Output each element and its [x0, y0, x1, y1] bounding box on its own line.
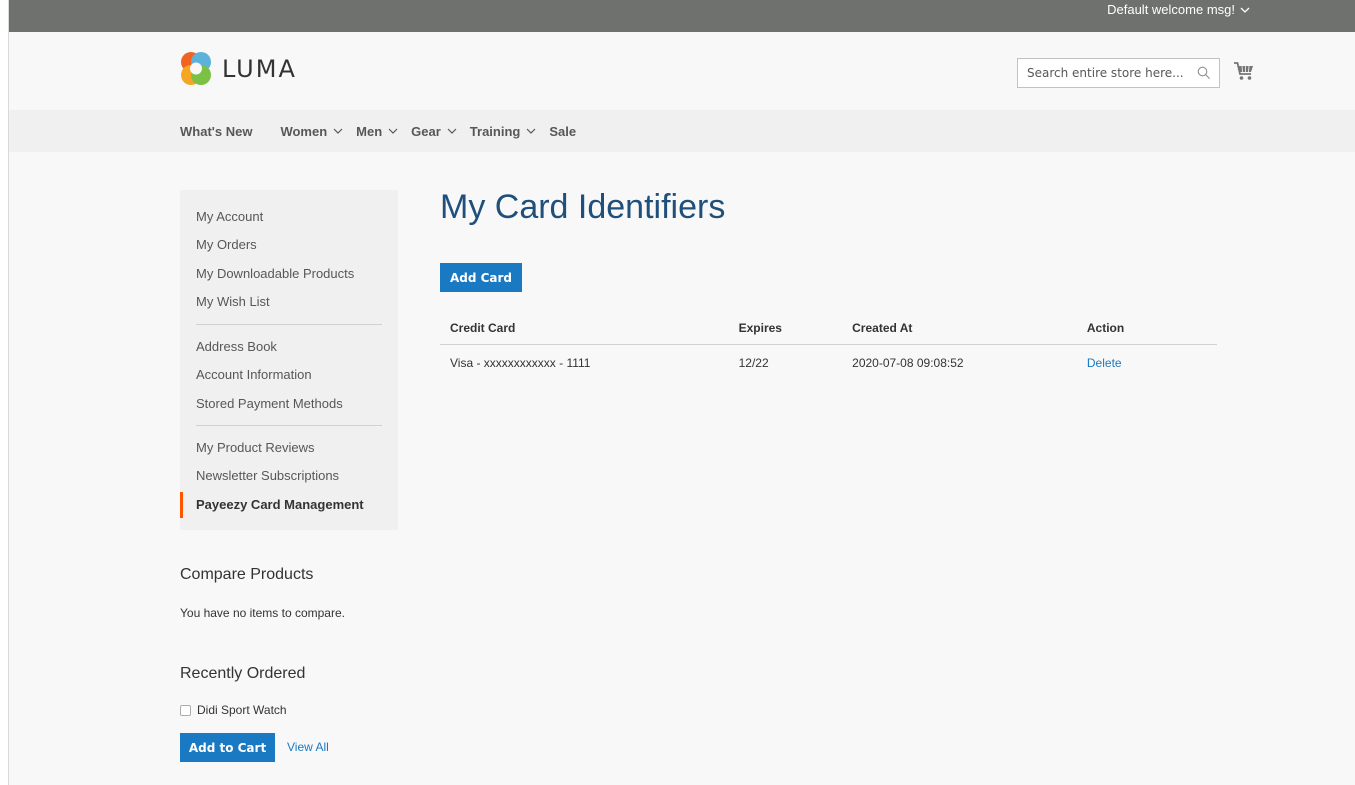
current-item-marker — [180, 492, 183, 518]
search-icon[interactable] — [1197, 66, 1211, 80]
cell-credit-card: Visa - xxxxxxxxxxxx - 1111 — [450, 356, 591, 370]
nav-item-label: Gear — [411, 123, 441, 139]
recently-ordered-item: Didi Sport Watch — [180, 703, 287, 717]
nav-item-label: Training — [469, 123, 521, 139]
recently-ordered-title: Recently Ordered — [180, 665, 306, 682]
nav-item-label: What's New — [180, 123, 253, 139]
chevron-down-icon — [333, 128, 343, 134]
delete-card-link[interactable]: Delete — [1087, 356, 1122, 370]
chevron-down-icon — [1240, 7, 1250, 13]
sidebar-item-my-orders[interactable]: My Orders — [196, 237, 257, 253]
top-panel: Default welcome msg! — [9, 0, 1355, 32]
sidebar-item-product-reviews[interactable]: My Product Reviews — [196, 440, 314, 456]
column-header-created-at: Created At — [842, 312, 1077, 345]
sidebar-item-my-account[interactable]: My Account — [196, 209, 263, 225]
recently-ordered-checkbox[interactable] — [180, 704, 191, 716]
compare-empty-text: You have no items to compare. — [180, 606, 345, 620]
account-sidebar: My Account My Orders My Downloadable Pro… — [180, 190, 398, 530]
sidebar-item-address-book[interactable]: Address Book — [196, 339, 277, 355]
search-input[interactable] — [1018, 59, 1192, 87]
sidebar-item-stored-payment-methods[interactable]: Stored Payment Methods — [196, 396, 343, 412]
cell-expires: 12/22 — [738, 356, 769, 370]
nav-item-sale[interactable]: Sale — [549, 124, 576, 139]
sidebar-item-downloadable-products[interactable]: My Downloadable Products — [196, 266, 354, 282]
sidebar-divider — [196, 425, 382, 426]
nav-item-women[interactable]: Women — [280, 124, 344, 139]
page-title: My Card Identifiers — [440, 188, 726, 226]
sidebar-item-wish-list[interactable]: My Wish List — [196, 294, 270, 310]
main-navigation: What's New Women Men Gear Training Sale — [9, 110, 1355, 152]
sidebar-item-payeezy-card-management: Payeezy Card Management — [196, 497, 364, 512]
chevron-down-icon — [447, 128, 457, 134]
logo[interactable]: LUMA — [180, 50, 297, 88]
sidebar-item-newsletter-subscriptions[interactable]: Newsletter Subscriptions — [196, 468, 339, 484]
sidebar-item-account-information[interactable]: Account Information — [196, 367, 312, 383]
welcome-message: Default welcome msg! — [1107, 2, 1235, 17]
page-frame: Default welcome msg! LUMA Search entire … — [8, 0, 1355, 785]
table-header-row: Credit Card Expires Created At Action — [440, 312, 1217, 345]
cell-created-at: 2020-07-08 09:08:52 — [852, 356, 964, 370]
column-header-action: Action — [1076, 312, 1217, 345]
search-box — [1017, 58, 1220, 88]
cart-icon[interactable] — [1233, 61, 1255, 81]
chevron-down-icon — [388, 128, 398, 134]
table-row: Visa - xxxxxxxxxxxx - 1111 12/22 2020-07… — [440, 345, 1217, 382]
add-to-cart-button[interactable]: Add to Cart — [180, 733, 275, 762]
recently-ordered-item-name: Didi Sport Watch — [197, 703, 287, 717]
cell-action: Delete — [1077, 345, 1217, 382]
page-edge — [0, 0, 8, 785]
card-identifiers-table: Credit Card Expires Created At Action Vi… — [440, 312, 1217, 381]
luma-logo-icon — [181, 52, 211, 85]
nav-item-training[interactable]: Training — [470, 124, 538, 139]
nav-item-gear[interactable]: Gear — [411, 124, 458, 139]
nav-item-whats-new[interactable]: What's New — [180, 124, 252, 139]
welcome-switcher[interactable]: Default welcome msg! — [1107, 2, 1251, 18]
compare-products-title: Compare Products — [180, 566, 314, 583]
column-header-expires: Expires — [728, 312, 843, 345]
column-header-credit-card: Credit Card — [440, 312, 729, 345]
chevron-down-icon — [526, 128, 536, 134]
nav-item-label: Sale — [549, 123, 577, 139]
nav-item-men[interactable]: Men — [356, 124, 399, 139]
add-card-button[interactable]: Add Card — [440, 263, 522, 292]
logo-text: LUMA — [222, 55, 297, 83]
nav-item-label: Women — [280, 123, 328, 139]
nav-item-label: Men — [356, 123, 383, 139]
view-all-link[interactable]: View All — [287, 740, 329, 754]
sidebar-divider — [196, 324, 382, 325]
